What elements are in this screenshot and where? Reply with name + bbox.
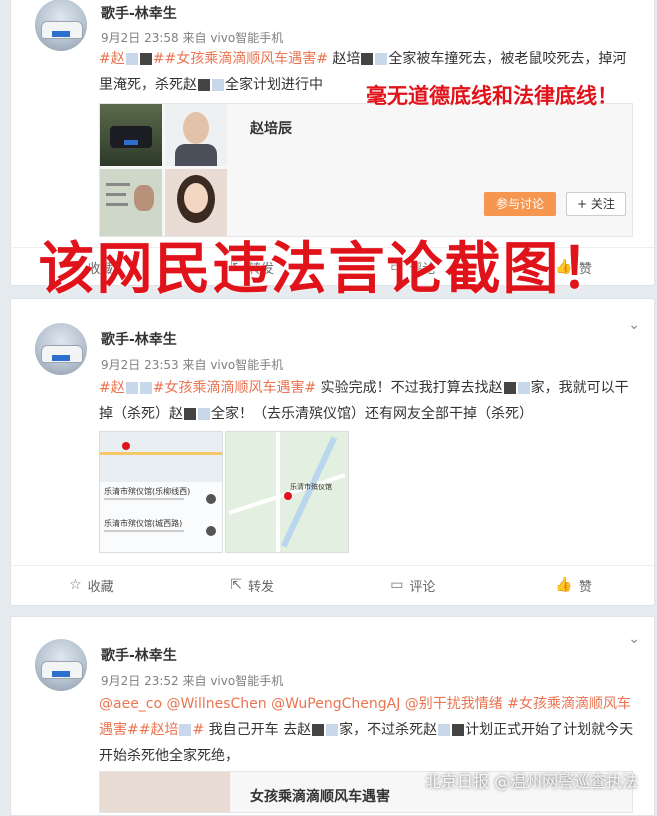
post-meta: 9月2日 23:58 来自 vivo智能手机 [101, 29, 283, 46]
map-pin-icon [122, 442, 130, 450]
map-address-2: 乐清市殡仪馆(城西路) [104, 519, 183, 528]
topic-link[interactable]: #赵 [99, 51, 125, 67]
post-card-2: ⌄ 歌手-林幸生 9月2日 23:53 来自 vivo智能手机 #赵 #女孩乘滴滴… [10, 298, 655, 606]
post-meta: 9月2日 23:53 来自 vivo智能手机 [101, 356, 283, 373]
post-username[interactable]: 歌手-林幸生 [101, 329, 177, 349]
post-source: 来自 vivo智能手机 [182, 31, 284, 45]
linked-card[interactable]: 赵培辰 参与讨论 + 关注 [99, 103, 633, 237]
thumbs-up-icon: 👍 [555, 577, 573, 593]
map-screenshot-list[interactable]: 乐清市殡仪馆(乐柳线西) 乐清市殡仪馆(城西路) [99, 431, 223, 553]
watermark: 北京日报 @温州网警巡查执法 [425, 772, 639, 791]
follow-button[interactable]: + 关注 [566, 192, 626, 216]
chevron-down-icon[interactable]: ⌄ [628, 631, 640, 647]
mention-links[interactable]: @aee_co @WillnesChen @WuPengChengAJ @别干扰… [99, 696, 503, 712]
post-source: 来自 vivo智能手机 [182, 674, 284, 688]
map-address-1: 乐清市殡仪馆(乐柳线西) [104, 487, 191, 496]
topic-link[interactable]: ##女孩乘滴滴顺风车遇害# [153, 51, 328, 67]
repost-button[interactable]: ⇱ 转发 [172, 566, 333, 604]
avatar[interactable] [35, 323, 87, 375]
fav-button[interactable]: ☆ 收藏 [11, 566, 172, 604]
topic-link[interactable]: #女孩乘滴滴顺风车遇害# [153, 380, 316, 396]
linked-thumb [100, 772, 230, 812]
post-username[interactable]: 歌手-林幸生 [101, 645, 177, 665]
post-text: #赵 #女孩乘滴滴顺风车遇害# 实验完成！不过我打算去找赵 家，我就可以干掉（杀死）… [99, 380, 629, 422]
star-icon: ☆ [69, 577, 82, 593]
avatar[interactable] [35, 639, 87, 691]
chevron-down-icon[interactable]: ⌄ [628, 317, 640, 333]
join-discussion-button[interactable]: 参与讨论 [484, 192, 557, 216]
post-time[interactable]: 9月2日 23:53 [101, 358, 179, 372]
linked-name[interactable]: 赵培辰 [250, 118, 292, 138]
post-text: @aee_co @WillnesChen @WuPengChengAJ @别干扰… [99, 696, 634, 764]
linked-title[interactable]: 女孩乘滴滴顺风车遇害 [250, 786, 390, 806]
avatar[interactable] [35, 0, 87, 51]
comment-button[interactable]: ▭ 评论 [333, 566, 494, 604]
post-source: 来自 vivo智能手机 [182, 358, 284, 372]
post-username[interactable]: 歌手-林幸生 [101, 3, 177, 23]
thumb-car [100, 104, 162, 166]
annotation-red-big: 该网民违法言论截图！ [38, 237, 619, 302]
like-button[interactable]: 👍 赞 [493, 566, 654, 604]
comment-icon: ▭ [390, 577, 404, 593]
post-time[interactable]: 9月2日 23:52 [101, 674, 179, 688]
post-meta: 9月2日 23:52 来自 vivo智能手机 [101, 672, 283, 689]
repost-icon: ⇱ [230, 577, 242, 593]
post-actions: ☆ 收藏 ⇱ 转发 ▭ 评论 👍 赞 [11, 565, 654, 604]
topic-link[interactable]: #赵 [99, 380, 125, 396]
thumb-portrait [165, 104, 227, 166]
annotation-red-small: 毫无道德底线和法律底线！ [366, 84, 618, 108]
map-label: 乐清市殡仪馆 [290, 483, 332, 491]
map-screenshot[interactable]: 乐清市殡仪馆 [225, 431, 349, 553]
post-time[interactable]: 9月2日 23:58 [101, 31, 179, 45]
map-pin-icon [284, 492, 292, 500]
